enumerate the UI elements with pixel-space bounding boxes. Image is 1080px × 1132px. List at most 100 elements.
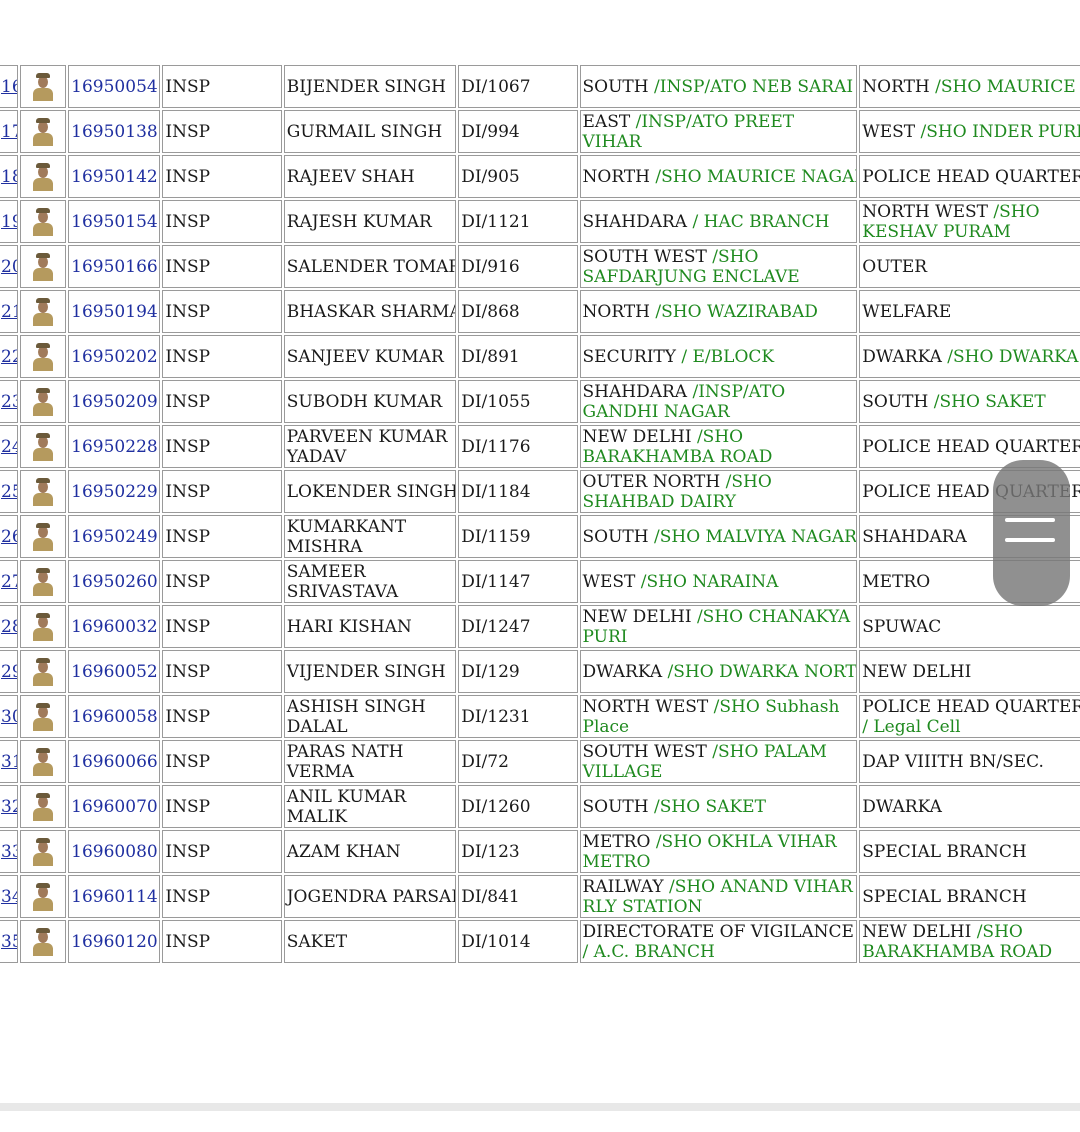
officer-name-cell: SANJEEV KUMAR [283,335,457,378]
horizontal-scrollbar-track[interactable] [0,1103,1080,1111]
pis-number-link[interactable]: 16960114 [71,887,158,907]
pis-number-link[interactable]: 16960032 [71,617,158,637]
from-posting: DWARKA /SHO DWARKA NORTH [583,662,857,682]
serial-number-cell: 16 [0,65,19,108]
serial-number-link[interactable]: 18 [1,167,17,187]
to-posting: POLICE HEAD QUARTERS / Legal Cell [862,697,1080,737]
pis-number-link[interactable]: 16950142 [71,167,158,187]
officer-name: LOKENDER SINGH [286,481,457,502]
pis-number-cell: 16950228 [68,425,161,468]
from-post: /SHO MAURICE NAGAR [650,166,858,187]
serial-number-cell: 27 [0,560,19,603]
di-number-cell: DI/1121 [458,200,578,243]
serial-number-link[interactable]: 17 [1,122,17,142]
di-number-cell: DI/123 [458,830,578,873]
serial-number-link[interactable]: 26 [1,527,17,547]
table-row: 23 16950209INSPSUBODH KUMAR DI/1055SHAHDAR… [0,380,1080,423]
officer-name-cell: AZAM KHAN [283,830,457,873]
from-district: NEW DELHI [582,426,692,447]
serial-number-link[interactable]: 34 [1,887,17,907]
from-district: OUTER NORTH [582,471,721,492]
table-row: 20 16950166INSPSALENDER TOMARDI/916SOUTH … [0,245,1080,288]
serial-number-link[interactable]: 16 [1,77,17,97]
pis-number-cell: 16950209 [68,380,161,423]
to-posting-cell: WELFARE [859,290,1080,333]
table-row: 17 16950138INSPGURMAIL SINGH DI/994EAST /I… [0,110,1080,153]
pis-number-link[interactable]: 16960052 [71,662,158,682]
serial-number-link[interactable]: 25 [1,482,17,502]
di-number-cell: DI/1147 [458,560,578,603]
pis-number-link[interactable]: 16950249 [71,527,158,547]
serial-number-link[interactable]: 32 [1,797,17,817]
fast-scroll-handle[interactable] [993,460,1070,606]
officer-name: RAJESH KUMAR [286,211,432,232]
pis-number-cell: 16950260 [68,560,161,603]
to-posting-cell: SPECIAL BRANCH [859,830,1080,873]
rank-cell: INSP [162,650,282,693]
pis-number-link[interactable]: 16950138 [71,122,158,142]
pis-number-link[interactable]: 16960070 [71,797,158,817]
from-posting-cell: NEW DELHI /SHO BARAKHAMBA ROAD [579,425,858,468]
pis-number-link[interactable]: 16960066 [71,752,158,772]
from-district: METRO [582,831,651,852]
serial-number-cell: 30 [0,695,19,738]
serial-number-link[interactable]: 33 [1,842,17,862]
from-district: NORTH [582,166,650,187]
officer-photo-icon [31,117,55,146]
to-posting: NORTH /SHO MAURICE NAGAR [862,77,1080,97]
to-posting: POLICE HEAD QUARTERS [862,437,1080,457]
pis-number-link[interactable]: 16950154 [71,212,158,232]
from-posting-cell: OUTER NORTH /SHO SHAHBAD DAIRY [579,470,858,513]
from-post: /SHO SAKET [648,796,766,817]
serial-number-link[interactable]: 24 [1,437,17,457]
pis-number-cell: 16950229 [68,470,161,513]
serial-number-cell: 18 [0,155,19,198]
table-row: 35 16960120INSPSAKET DI/1014DIRECTORATE OF… [0,920,1080,963]
serial-number-link[interactable]: 23 [1,392,17,412]
officer-photo-icon [31,252,55,281]
pis-number-link[interactable]: 16950229 [71,482,158,502]
transfer-list-page: 1616950054INSPBIJENDER SINGHDI/1067SOUTH… [0,0,1080,1132]
serial-number-link[interactable]: 20 [1,257,17,277]
di-number-cell: DI/868 [458,290,578,333]
pis-number-link[interactable]: 16950166 [71,257,158,277]
rank-cell: INSP [162,470,282,513]
serial-number-link[interactable]: 22 [1,347,17,367]
table-row: 33 16960080INSPAZAM KHAN DI/123METRO /SHO … [0,830,1080,873]
serial-number-link[interactable]: 21 [1,302,17,322]
pis-number-link[interactable]: 16960058 [71,707,158,727]
officer-name: ASHISH SINGH DALAL [286,696,426,737]
to-posting-cell: NEW DELHI [859,650,1080,693]
table-row: 28 16960032INSPHARI KISHAN DI/1247NEW DELH… [0,605,1080,648]
officer-name-cell: GURMAIL SINGH [283,110,457,153]
serial-number-link[interactable]: 19 [1,212,17,232]
serial-number-link[interactable]: 28 [1,617,17,637]
officer-name-cell: SALENDER TOMAR [283,245,457,288]
serial-number-link[interactable]: 35 [1,932,17,952]
table-row: 26 16950249INSPKUMARKANT MISHRA DI/1159SOU… [0,515,1080,558]
pis-number-link[interactable]: 16960120 [71,932,158,952]
pis-number-link[interactable]: 16960080 [71,842,158,862]
photo-cell [20,830,67,873]
pis-number-link[interactable]: 16950054 [71,77,158,97]
pis-number-link[interactable]: 16950260 [71,572,158,592]
scroll-grip-line-top [1005,518,1055,522]
pis-number-link[interactable]: 16950194 [71,302,158,322]
di-number-cell: DI/1247 [458,605,578,648]
pis-number-cell: 16950249 [68,515,161,558]
serial-number-link[interactable]: 31 [1,752,17,772]
to-posting: DWARKA [862,797,942,817]
rank-cell: INSP [162,245,282,288]
officer-photo-icon [31,72,55,101]
from-district: EAST [582,111,631,132]
pis-number-link[interactable]: 16950202 [71,347,158,367]
pis-number-link[interactable]: 16950228 [71,437,158,457]
serial-number-link[interactable]: 30 [1,707,17,727]
to-district: NORTH WEST [862,201,989,222]
pis-number-link[interactable]: 16950209 [71,392,158,412]
to-district: WEST [862,121,916,142]
officer-name-cell: BIJENDER SINGH [283,65,457,108]
serial-number-link[interactable]: 27 [1,572,17,592]
rank-cell: INSP [162,155,282,198]
serial-number-link[interactable]: 29 [1,662,17,682]
